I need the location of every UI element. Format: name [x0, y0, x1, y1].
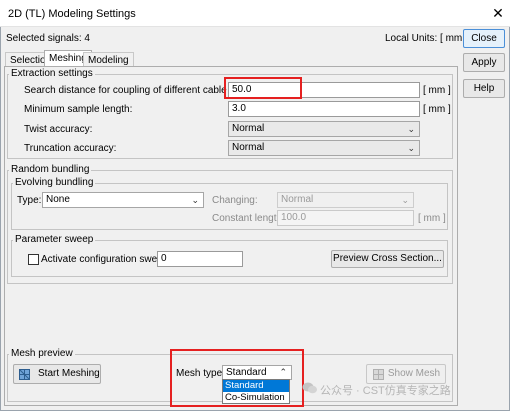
- evolving-bundling-title: Evolving bundling: [13, 177, 96, 188]
- constant-length-input[interactable]: 100.0: [277, 210, 414, 226]
- type-label: Type:: [17, 195, 42, 206]
- changing-select[interactable]: Normal ⌄: [277, 192, 414, 208]
- help-button[interactable]: Help: [463, 79, 505, 98]
- truncation-accuracy-value: Normal: [232, 142, 265, 153]
- start-meshing-button[interactable]: Start Meshing: [13, 364, 101, 384]
- parameter-sweep-title: Parameter sweep: [13, 234, 96, 245]
- twist-accuracy-value: Normal: [232, 123, 265, 134]
- mesh-preview-title: Mesh preview: [9, 348, 75, 359]
- local-units-text: Local Units: [ mm ]: [385, 33, 468, 44]
- chevron-down-icon: ⌄: [401, 195, 409, 205]
- close-button[interactable]: Close: [463, 29, 505, 48]
- min-sample-label: Minimum sample length:: [24, 104, 133, 115]
- chevron-down-icon: ⌄: [407, 124, 415, 134]
- preview-cross-section-button[interactable]: Preview Cross Section...: [331, 250, 444, 268]
- type-value: None: [46, 194, 70, 205]
- start-meshing-label: Start Meshing: [38, 368, 100, 379]
- chevron-down-icon: ⌄: [407, 143, 415, 153]
- twist-accuracy-select[interactable]: Normal ⌄: [228, 121, 420, 137]
- wechat-icon: [302, 382, 317, 394]
- mesh-icon: [19, 369, 30, 380]
- extraction-settings-title: Extraction settings: [9, 68, 95, 79]
- apply-button[interactable]: Apply: [463, 53, 505, 72]
- twist-accuracy-label: Twist accuracy:: [24, 124, 93, 135]
- constant-length-unit: [ mm ]: [418, 213, 446, 224]
- truncation-accuracy-select[interactable]: Normal ⌄: [228, 140, 420, 156]
- min-sample-input[interactable]: 3.0: [228, 101, 420, 117]
- changing-label: Changing:: [212, 195, 258, 206]
- changing-value: Normal: [281, 194, 314, 205]
- show-mesh-label: Show Mesh: [387, 368, 441, 379]
- truncation-accuracy-label: Truncation accuracy:: [24, 143, 117, 154]
- sweep-value-input[interactable]: 0: [157, 251, 243, 267]
- activate-sweep-label: Activate configuration sweep: [41, 254, 169, 265]
- highlight-box-mesh-type: [170, 349, 304, 407]
- close-x-icon[interactable]: ✕: [490, 4, 506, 22]
- selected-signals-text: Selected signals: 4: [6, 33, 90, 44]
- show-mesh-button[interactable]: Show Mesh: [366, 364, 446, 384]
- window-title: 2D (TL) Modeling Settings: [8, 8, 136, 20]
- activate-sweep-checkbox[interactable]: [28, 254, 39, 265]
- chevron-down-icon: ⌄: [191, 195, 199, 205]
- search-distance-unit: [ mm ]: [423, 85, 451, 96]
- highlight-box-search-distance: [224, 77, 302, 99]
- min-sample-unit: [ mm ]: [423, 104, 451, 115]
- constant-length-label: Constant length:: [212, 213, 285, 224]
- random-bundling-title: Random bundling: [9, 164, 92, 175]
- type-select[interactable]: None ⌄: [42, 192, 204, 208]
- show-mesh-icon: [373, 369, 384, 380]
- watermark-text: 公众号 · CST仿真专家之路: [320, 385, 451, 397]
